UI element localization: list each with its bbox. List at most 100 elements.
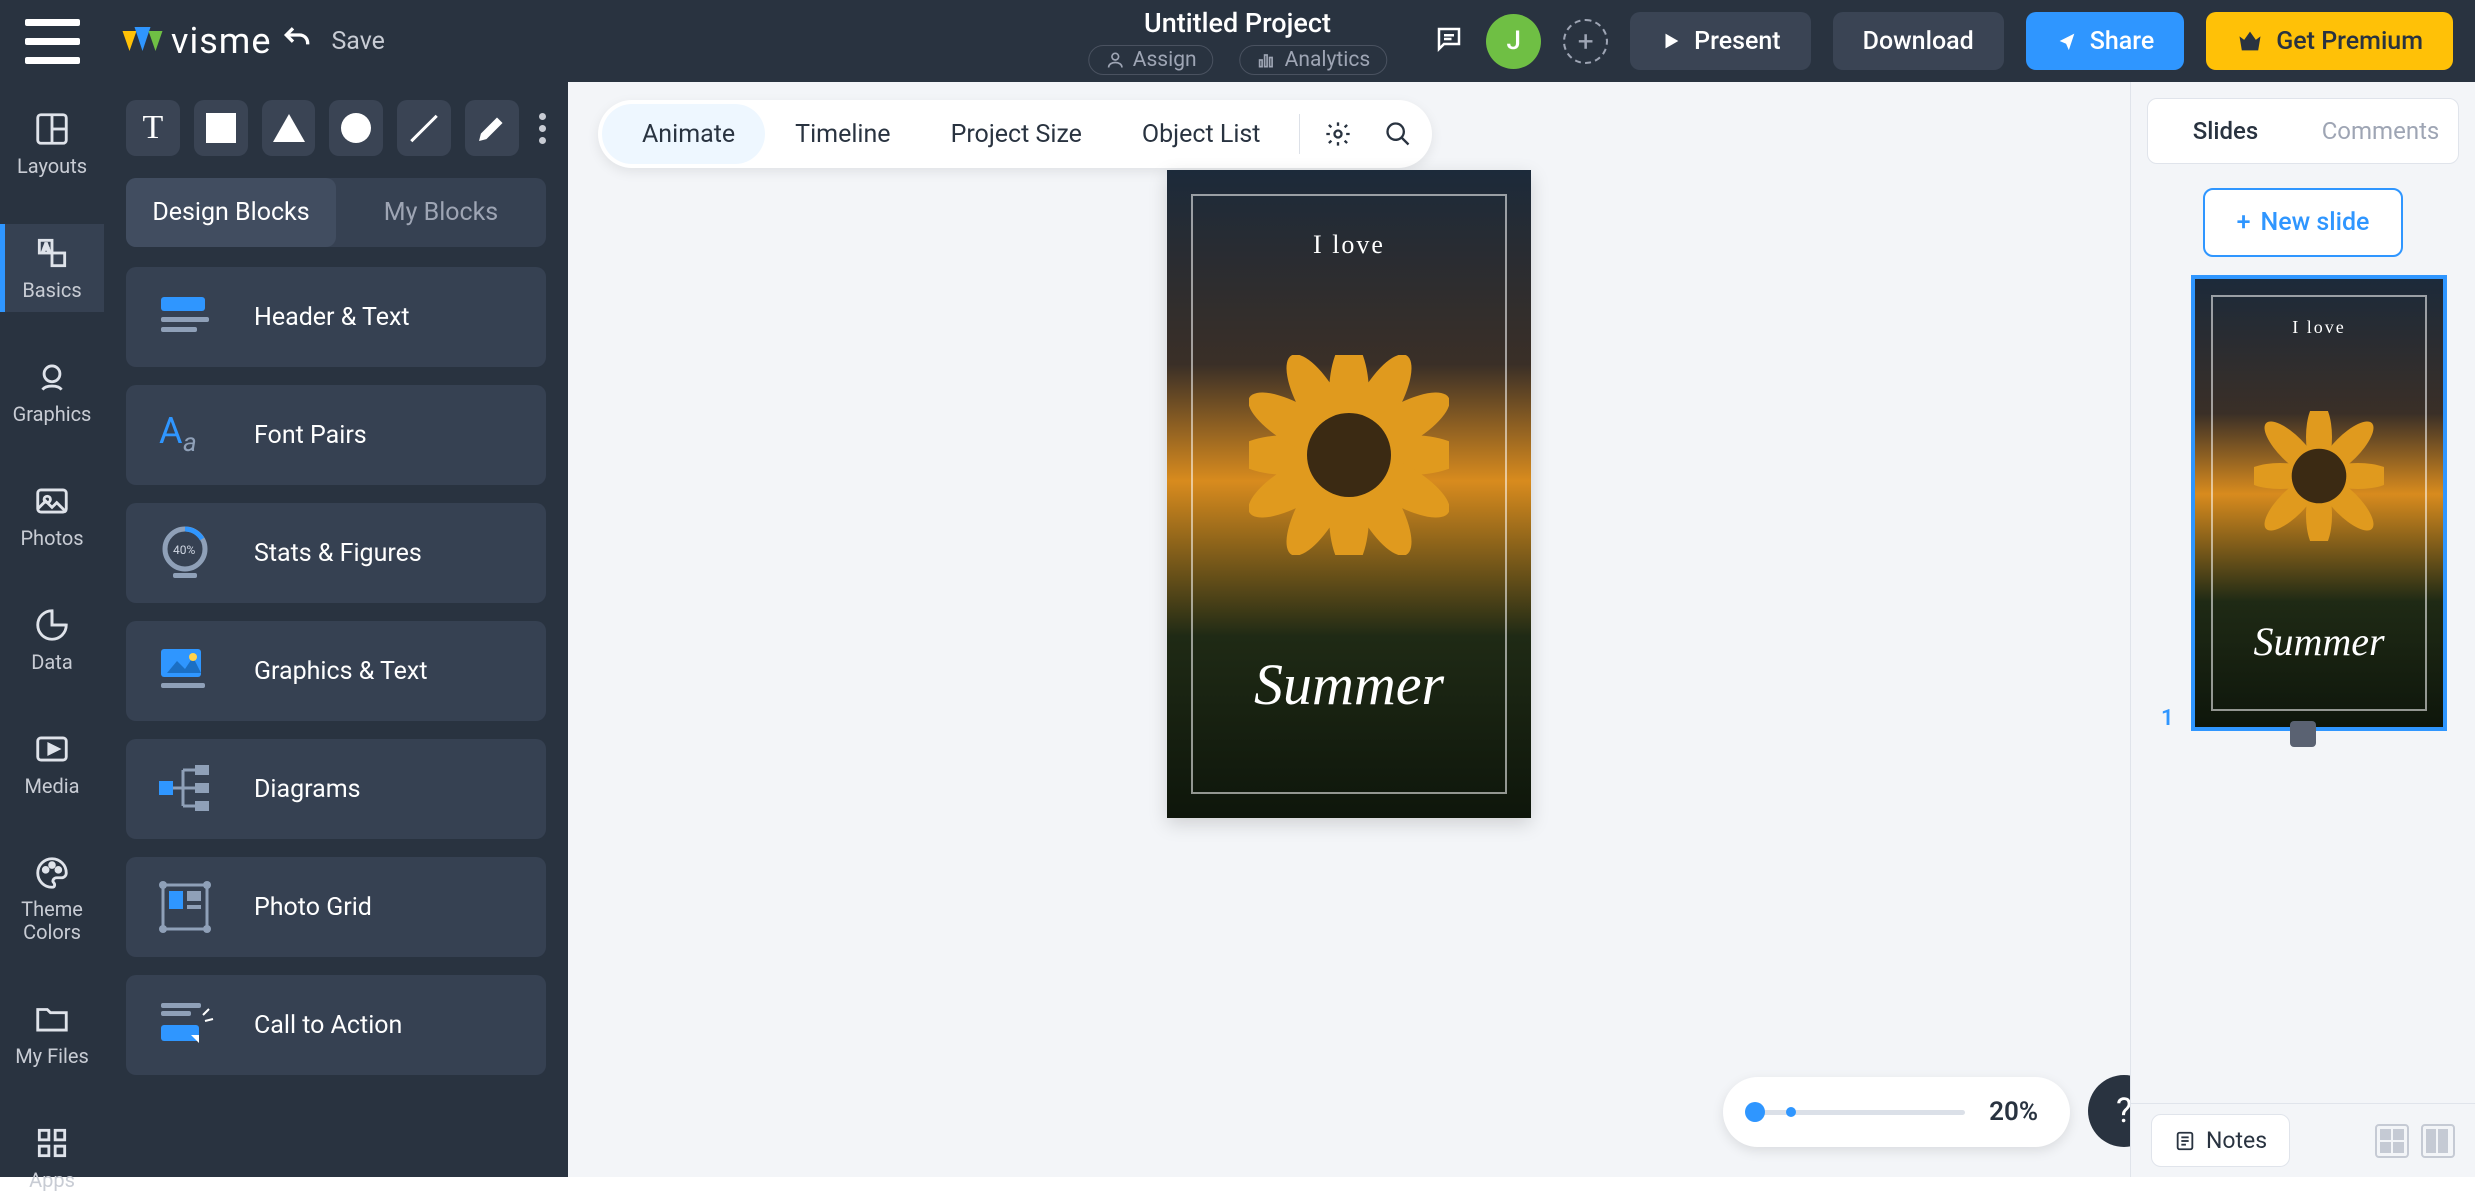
- present-button[interactable]: Present: [1630, 12, 1810, 70]
- zoom-slider[interactable]: [1755, 1110, 1965, 1115]
- animate-label: Animate: [642, 120, 735, 149]
- rail-label: Theme Colors: [0, 898, 104, 944]
- block-label: Stats & Figures: [254, 539, 422, 568]
- object-list-button[interactable]: Object List: [1112, 104, 1291, 164]
- block-call-to-action[interactable]: Call to Action: [126, 975, 546, 1075]
- avatar-initial: J: [1506, 26, 1520, 56]
- tab-design-blocks[interactable]: Design Blocks: [126, 178, 336, 247]
- timeline-button[interactable]: Timeline: [765, 104, 920, 164]
- canvas-toolbar: Animate Timeline Project Size Object Lis…: [598, 100, 1432, 168]
- new-slide-button[interactable]: + New slide: [2203, 188, 2404, 257]
- thumbnail-number: 1: [2161, 706, 2174, 731]
- tab-my-blocks[interactable]: My Blocks: [336, 178, 546, 247]
- line-tool[interactable]: [397, 100, 451, 156]
- canvas-slide[interactable]: I love Summer: [1167, 170, 1531, 818]
- grid-view-button[interactable]: [2375, 1124, 2409, 1158]
- get-premium-button[interactable]: Get Premium: [2206, 12, 2453, 70]
- block-font-pairs[interactable]: Aa Font Pairs: [126, 385, 546, 485]
- present-label: Present: [1694, 27, 1780, 56]
- assign-button[interactable]: Assign: [1088, 45, 1214, 75]
- thumb-text-1: I love: [2292, 317, 2345, 338]
- stats-icon: 40%: [150, 523, 220, 583]
- text-tool[interactable]: T: [126, 100, 180, 156]
- zoom-value: 20%: [1989, 1097, 2038, 1127]
- save-button[interactable]: Save: [331, 27, 384, 56]
- block-stats-figures[interactable]: 40% Stats & Figures: [126, 503, 546, 603]
- svg-text:A: A: [159, 410, 183, 452]
- block-label: Diagrams: [254, 775, 361, 804]
- block-label: Call to Action: [254, 1011, 402, 1040]
- premium-label: Get Premium: [2276, 27, 2423, 56]
- svg-text:40%: 40%: [173, 543, 195, 557]
- sunflower-image: [1249, 355, 1449, 555]
- photo-grid-icon: [150, 877, 220, 937]
- animate-button[interactable]: Animate: [602, 104, 765, 164]
- triangle-tool[interactable]: [262, 100, 316, 156]
- rail-label: Layouts: [17, 154, 87, 178]
- settings-icon[interactable]: [1308, 104, 1368, 164]
- project-title[interactable]: Untitled Project: [1088, 7, 1387, 39]
- tab-slides[interactable]: Slides: [2148, 99, 2303, 163]
- rectangle-tool[interactable]: [194, 100, 248, 156]
- rail-photos[interactable]: Photos: [0, 472, 104, 560]
- project-size-button[interactable]: Project Size: [921, 104, 1112, 164]
- circle-tool[interactable]: [329, 100, 383, 156]
- rail-graphics[interactable]: Graphics: [0, 348, 104, 436]
- block-label: Header & Text: [254, 303, 410, 332]
- analytics-button[interactable]: Analytics: [1240, 45, 1388, 75]
- block-diagrams[interactable]: Diagrams: [126, 739, 546, 839]
- undo-button[interactable]: [281, 23, 313, 59]
- rail-apps[interactable]: Apps: [0, 1114, 104, 1202]
- block-graphics-text[interactable]: Graphics & Text: [126, 621, 546, 721]
- visme-logo[interactable]: visme: [120, 20, 271, 62]
- rail-label: Basics: [22, 278, 81, 302]
- analytics-label: Analytics: [1285, 48, 1371, 72]
- share-button[interactable]: Share: [2026, 12, 2185, 70]
- rail-data[interactable]: Data: [0, 596, 104, 684]
- tab-comments[interactable]: Comments: [2303, 99, 2458, 163]
- toolbar-separator: [1299, 114, 1300, 154]
- graphics-text-icon: [150, 641, 220, 701]
- rail-media[interactable]: Media: [0, 720, 104, 808]
- list-view-button[interactable]: [2421, 1124, 2455, 1158]
- search-icon[interactable]: [1368, 104, 1428, 164]
- comments-icon[interactable]: [1434, 24, 1464, 58]
- share-label: Share: [2090, 27, 2155, 56]
- header-text-icon: [150, 287, 220, 347]
- rail-basics[interactable]: A Basics: [0, 224, 104, 312]
- logo-text: visme: [171, 20, 271, 62]
- rail-my-files[interactable]: My Files: [0, 990, 104, 1078]
- plus-icon: +: [2237, 208, 2251, 237]
- slide-text-1[interactable]: I love: [1313, 230, 1385, 260]
- slide-thumbnail-1[interactable]: 1 I love Summer: [2155, 275, 2451, 731]
- rail-label: Apps: [29, 1168, 75, 1192]
- transition-badge-icon[interactable]: [2290, 721, 2316, 747]
- hamburger-menu[interactable]: [25, 19, 80, 64]
- notes-label: Notes: [2206, 1127, 2267, 1154]
- thumb-text-2: Summer: [2253, 618, 2384, 665]
- assign-label: Assign: [1133, 48, 1197, 72]
- rail-label: Photos: [20, 526, 83, 550]
- more-tools[interactable]: [539, 113, 546, 144]
- new-slide-label: New slide: [2260, 208, 2369, 237]
- cta-icon: [150, 995, 220, 1055]
- add-collaborator-button[interactable]: +: [1563, 19, 1608, 64]
- block-photo-grid[interactable]: Photo Grid: [126, 857, 546, 957]
- block-label: Graphics & Text: [254, 657, 428, 686]
- block-label: Font Pairs: [254, 421, 367, 450]
- draw-tool[interactable]: [465, 100, 519, 156]
- download-button[interactable]: Download: [1833, 12, 2004, 70]
- rail-theme-colors[interactable]: Theme Colors: [0, 844, 104, 954]
- diagrams-icon: [150, 759, 220, 819]
- rail-layouts[interactable]: Layouts: [0, 100, 104, 188]
- zoom-control[interactable]: 20%: [1723, 1077, 2070, 1147]
- notes-button[interactable]: Notes: [2151, 1114, 2290, 1167]
- slide-text-2[interactable]: Summer: [1254, 651, 1444, 718]
- thumb-sunflower: [2254, 411, 2384, 541]
- zoom-stop: [1786, 1107, 1796, 1117]
- block-header-text[interactable]: Header & Text: [126, 267, 546, 367]
- font-pairs-icon: Aa: [150, 405, 220, 465]
- block-label: Photo Grid: [254, 893, 372, 922]
- user-avatar[interactable]: J: [1486, 14, 1541, 69]
- zoom-handle[interactable]: [1745, 1102, 1765, 1122]
